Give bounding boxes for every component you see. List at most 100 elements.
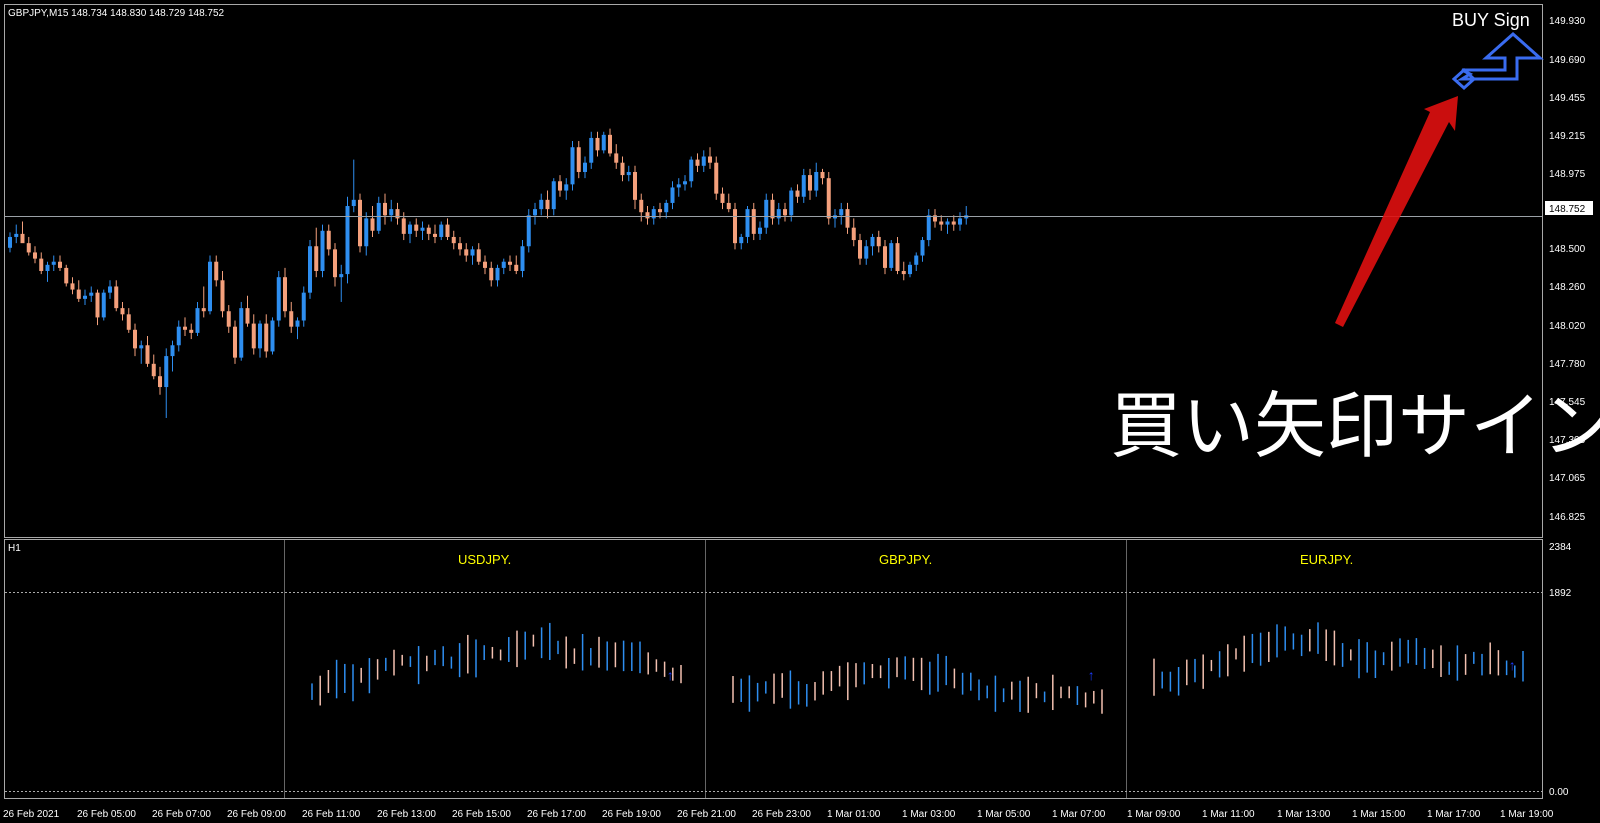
time-axis-label: 1 Mar 13:00 [1277, 809, 1331, 820]
candle-body [764, 199, 769, 228]
candle-body [789, 190, 794, 216]
candle-body [108, 286, 112, 293]
sub-window-timeframe: H1 [8, 543, 21, 554]
candle-body [545, 199, 550, 210]
candle-body [220, 280, 225, 312]
candle-body [814, 171, 819, 191]
candle-body [839, 209, 844, 216]
candle-body [176, 326, 181, 346]
candle-body [908, 264, 912, 275]
candle-body [58, 261, 62, 268]
candle-body [120, 308, 125, 315]
time-axis-label: 26 Feb 15:00 [452, 809, 511, 820]
caption-buy-arrow-sign: 買い矢印サイン [1110, 384, 1600, 468]
candle-body [601, 134, 606, 151]
candle-body [883, 246, 887, 268]
candle-body [476, 249, 481, 262]
candle-body [426, 227, 431, 234]
candle-body [851, 227, 856, 241]
candle-body [845, 209, 850, 228]
candle-body [758, 227, 762, 234]
candle-body [920, 240, 925, 256]
candle-body [914, 255, 919, 265]
candle-body [139, 345, 144, 349]
candle-body [658, 209, 662, 213]
time-axis-label: 1 Mar 03:00 [902, 809, 956, 820]
time-axis-label: 1 Mar 05:00 [977, 809, 1031, 820]
candle-body [320, 230, 325, 271]
candle-body [808, 175, 812, 191]
candle-body [239, 308, 244, 358]
candle-body [95, 292, 100, 318]
candle-body [20, 233, 25, 244]
up-arrow-icon: ↑ [1509, 657, 1516, 673]
candle-body [39, 258, 44, 271]
candle-body [608, 134, 612, 154]
candle-body [158, 376, 162, 388]
candle-body [570, 147, 575, 185]
candle-body [626, 171, 631, 176]
sub-window-frame [4, 539, 1543, 799]
candle-body [589, 137, 594, 163]
candle-body [226, 311, 231, 327]
price-axis-label: 148.260 [1549, 282, 1586, 293]
candle-body [364, 218, 369, 247]
candle-body [370, 218, 375, 231]
candle-body [333, 249, 337, 278]
up-arrow-icon: ↑ [667, 667, 674, 683]
candle-body [889, 243, 894, 268]
candle-body [89, 292, 94, 296]
candle-body [645, 212, 650, 219]
sub-axis-label: 2384 [1549, 542, 1572, 553]
candle-body [495, 267, 500, 281]
candle-body [733, 209, 737, 244]
candle-body [470, 249, 475, 256]
candle-body [264, 323, 269, 352]
time-axis-label: 26 Feb 07:00 [152, 809, 211, 820]
time-axis-label: 26 Feb 09:00 [227, 809, 286, 820]
candle-body [689, 159, 694, 182]
time-axis-label: 1 Mar 07:00 [1052, 809, 1106, 820]
candle-body [101, 292, 106, 318]
candle-body [614, 153, 619, 163]
price-axis-label: 149.455 [1549, 93, 1586, 104]
time-axis-label: 26 Feb 2021 [3, 809, 60, 820]
candle-body [295, 320, 300, 327]
candle-body [339, 274, 344, 278]
symbol-title-eurjpy: EURJPY. [1300, 552, 1353, 567]
candle-body [195, 308, 200, 333]
candle-body [708, 156, 712, 163]
candle-body [351, 199, 356, 207]
candle-body [14, 233, 19, 237]
candle-body [620, 162, 625, 176]
candle-body [489, 267, 494, 281]
candle-body [33, 252, 37, 259]
candle-body [439, 224, 444, 237]
candle-body [576, 147, 581, 172]
time-axis-label: 1 Mar 09:00 [1127, 809, 1181, 820]
price-axis-label: 147.545 [1549, 397, 1586, 408]
candle-body [558, 181, 562, 191]
candle-body [551, 181, 556, 210]
candle-body [633, 171, 637, 200]
candle-body [701, 156, 706, 166]
candle-body [133, 329, 137, 349]
time-axis-label: 26 Feb 05:00 [77, 809, 136, 820]
candle-body [251, 323, 256, 349]
candle-body [433, 233, 437, 237]
candle-body [420, 227, 425, 231]
candle-body [8, 236, 12, 248]
chart-area[interactable]: GBPJPY,M15 148.734 148.830 148.729 148.7… [0, 0, 1600, 823]
candle-body [114, 286, 119, 309]
time-axis-label: 26 Feb 19:00 [602, 809, 661, 820]
candle-body [326, 230, 331, 250]
candle-body [451, 236, 456, 244]
candle-body [664, 202, 669, 213]
candle-body [508, 261, 512, 265]
symbol-title-gbpjpy: GBPJPY. [879, 552, 932, 567]
candle-body [639, 199, 644, 213]
candle-body [233, 326, 237, 358]
price-axis-label: 148.500 [1549, 244, 1586, 255]
candle-body [389, 209, 394, 216]
candle-body [751, 209, 756, 234]
